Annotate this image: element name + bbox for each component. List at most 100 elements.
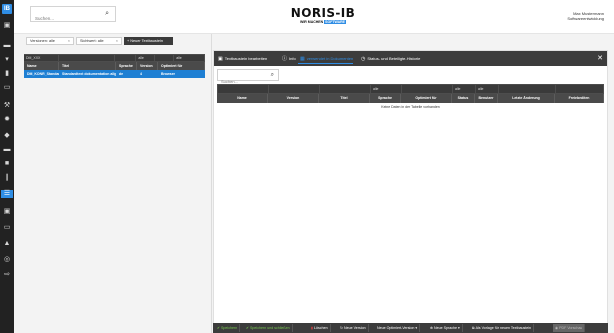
save-close-button[interactable]: ✔Speichern und schließen (244, 324, 293, 332)
column-header-sprache[interactable]: Sprache (116, 62, 137, 70)
new-language-label: Neue Sprache ▾ (434, 326, 460, 330)
column-header-name[interactable]: Name (217, 94, 268, 103)
brand-name: NORIS-IB (290, 6, 356, 20)
filter-optimiert-input[interactable] (402, 85, 452, 93)
filter-benutzer-select[interactable]: alle (476, 85, 498, 93)
tab-bearbeiten[interactable]: ▣ Textbaustein bearbeiten (216, 53, 267, 64)
tab-info[interactable]: ⓘ Info (280, 53, 296, 64)
tab-verwendet[interactable]: ▦ verwendet in Dokumenten (298, 53, 354, 64)
logout-icon[interactable]: ⇨ (3, 271, 11, 279)
logo-icon[interactable]: IB (2, 4, 12, 14)
brand-tag-highlight: SOFTWARE (324, 20, 346, 24)
cell-optimiert: Browser (161, 72, 176, 76)
filter-titel-input[interactable] (58, 55, 115, 61)
filter-name-input[interactable]: DM_XXX (24, 55, 58, 61)
save-close-button-label: Speichern und schließen (250, 326, 290, 330)
brand-tag-prefix: WIR MACHEN (300, 20, 324, 24)
filter-unnamed-input[interactable] (155, 55, 174, 61)
column-header-version[interactable]: Version (268, 94, 319, 103)
new-version-button[interactable]: ↻Neue Version (338, 324, 369, 332)
column-header-freiebediten[interactable]: Freiebediten (555, 94, 604, 103)
search-icon[interactable]: ⌕ (105, 10, 109, 18)
cell-name: DM_KONR_Standard_1 (27, 72, 59, 76)
close-icon[interactable]: × (68, 38, 70, 44)
card-icon[interactable]: ▬ (3, 146, 11, 154)
column-header-status[interactable]: Status (452, 94, 475, 103)
new-optimized-version-dropdown[interactable]: Neue Optimiert-Version ▾ (375, 324, 421, 332)
tools-icon[interactable]: ⚒ (3, 102, 11, 110)
brand-logo: NORIS-IB WIR MACHEN SOFTWARE (286, 7, 360, 24)
filter-aenderung-input[interactable] (499, 85, 555, 93)
tab-historie[interactable]: ◷ Status- und Beteiligte-Historie (359, 53, 420, 64)
delete-button[interactable]: ▮Löschen (309, 324, 331, 332)
mail-icon[interactable]: ■ (3, 160, 11, 168)
filter-version-select[interactable]: alle (136, 55, 155, 61)
calendar-icon[interactable]: ▣ (3, 208, 11, 216)
new-version-button-label: Neue Version (344, 326, 366, 330)
global-search[interactable]: ⌕ (30, 6, 116, 26)
column-header-titel[interactable]: Titel (59, 62, 116, 70)
folder-outline-icon[interactable]: ▭ (3, 224, 11, 232)
lock-icon[interactable]: ▲ (3, 240, 11, 248)
textbausteine-table: DM_XXX alle alle Name Titel Sprache Vers… (24, 54, 205, 78)
filter-version-input[interactable] (269, 85, 319, 93)
clock-icon: ◷ (361, 56, 366, 62)
filter-freiebediten-input[interactable] (556, 85, 603, 93)
column-header-optimiert[interactable]: Optimiert für (158, 62, 205, 70)
global-search-input[interactable] (31, 11, 93, 26)
filter-sprache-select[interactable]: alle (371, 85, 401, 93)
info-icon[interactable]: ❙ (3, 174, 11, 182)
filter-name-input[interactable] (218, 85, 268, 93)
delete-button-label: Löschen (313, 326, 328, 330)
pdf-preview-button[interactable]: ◉PDF Vorschau (553, 324, 586, 332)
info-icon: ⓘ (282, 56, 288, 62)
column-header-version[interactable]: Version (137, 62, 158, 70)
trash-icon: ▮ (311, 326, 313, 330)
filter-sprache-input[interactable] (115, 55, 136, 61)
column-header-optimiert[interactable]: Optimiert für (401, 94, 452, 103)
close-icon[interactable]: × (116, 38, 118, 44)
help-icon[interactable]: ◎ (3, 256, 11, 264)
refresh-icon: ↻ (340, 326, 344, 330)
template-button[interactable]: ⧉Als Vorlage für neuen Textbaustein (470, 324, 535, 332)
textbausteine-list-pane: Versionen: alle × Sichtwert: alle × + Ne… (14, 34, 211, 333)
brand-tagline: WIR MACHEN SOFTWARE (286, 20, 360, 24)
column-header-name[interactable]: Name (24, 62, 59, 70)
cart-icon[interactable]: ◆ (3, 132, 11, 140)
detail-search[interactable]: ⌕ (217, 69, 279, 87)
tag-icon[interactable]: ▾ (3, 56, 11, 64)
save-button[interactable]: ✔Speichern (215, 324, 241, 332)
folder-open-icon[interactable]: ▭ (3, 84, 11, 92)
new-language-dropdown[interactable]: ⊕Neue Sprache ▾ (428, 324, 463, 332)
check-icon: ✔ (246, 326, 250, 330)
column-header-titel[interactable]: Titel (319, 94, 370, 103)
dashboard-icon[interactable]: ▣ (3, 22, 11, 30)
tab-verwendet-label: verwendet in Dokumenten (306, 56, 354, 61)
cell-sprache: de (119, 72, 124, 76)
filter-optimiert-select[interactable]: alle (174, 55, 205, 61)
template-button-label: Als Vorlage für neuen Textbaustein (475, 326, 532, 330)
settings-icon[interactable]: ✹ (3, 116, 11, 124)
table-row[interactable]: DM_KONR_Standard_1 Standardtext dokument… (24, 70, 205, 78)
filter-status-select[interactable]: alle (453, 85, 475, 93)
user-info[interactable]: Max Mustermann Softwareentwicklung (567, 11, 604, 21)
filter-sichtwert[interactable]: Sichtwert: alle × (76, 37, 122, 45)
close-icon[interactable]: ✕ (597, 54, 603, 62)
copy-icon: ⧉ (472, 326, 475, 330)
filter-sichtwert-label: Sichtwert: alle (80, 39, 104, 43)
filter-versionen[interactable]: Versionen: alle × (26, 37, 74, 45)
folder-icon[interactable]: ▬ (3, 42, 11, 50)
table-filter-row: alle alle alle (217, 84, 604, 94)
icon-rail: IB ▣ ▬ ▾ ▮ ▭ ⚒ ✹ ◆ ▬ ■ ❙ ☰ ▣ ▭ ▲ ◎ ⇨ (0, 0, 14, 333)
column-header-aenderung[interactable]: Letzte Änderung (498, 94, 555, 103)
column-header-benutzer[interactable]: Benutzer (475, 94, 498, 103)
column-header-sprache[interactable]: Sprache (370, 94, 401, 103)
save-button-label: Speichern (221, 326, 238, 330)
clipboard-icon[interactable]: ▮ (3, 70, 11, 78)
list-icon[interactable]: ☰ (1, 190, 13, 198)
table-header-row: Name Titel Sprache Version Optimiert für (24, 62, 205, 70)
filter-titel-input[interactable] (320, 85, 370, 93)
pane-splitter[interactable] (211, 34, 212, 333)
new-textbaustein-button[interactable]: + Neuer Textbaustein (124, 37, 173, 45)
search-icon[interactable]: ⌕ (271, 72, 274, 79)
